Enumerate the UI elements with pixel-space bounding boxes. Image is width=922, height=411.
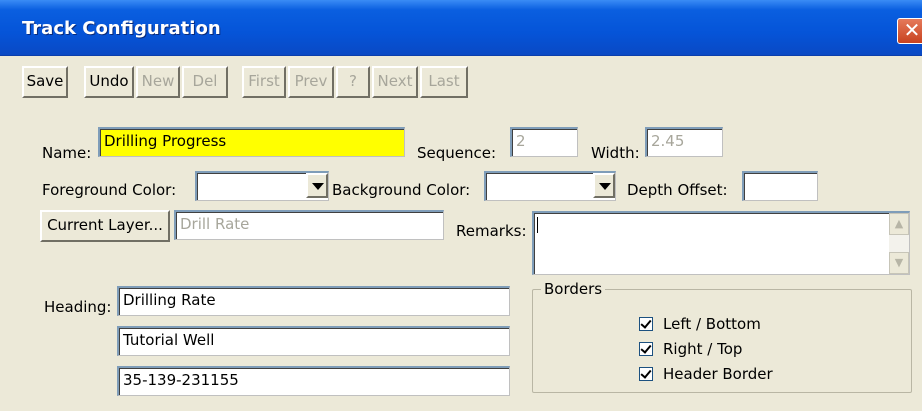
depth-offset-field[interactable] bbox=[742, 171, 818, 201]
right-top-label: Right / Top bbox=[663, 340, 743, 358]
heading-line-1-field[interactable]: Drilling Rate bbox=[117, 286, 510, 316]
width-label: Width: bbox=[591, 144, 640, 162]
undo-button[interactable]: Undo bbox=[84, 66, 134, 98]
delete-button[interactable]: Del bbox=[182, 66, 228, 98]
current-layer-button[interactable]: Current Layer... bbox=[40, 210, 170, 242]
check-icon[interactable] bbox=[639, 367, 653, 381]
save-button[interactable]: Save bbox=[22, 66, 68, 98]
foreground-color-label: Foreground Color: bbox=[42, 181, 177, 199]
check-icon[interactable] bbox=[639, 317, 653, 331]
name-label: Name: bbox=[42, 144, 92, 162]
sequence-field[interactable]: 2 bbox=[510, 127, 578, 157]
title-bar[interactable]: Track Configuration bbox=[0, 0, 922, 56]
borders-legend: Borders bbox=[541, 280, 606, 298]
first-button[interactable]: First bbox=[242, 66, 286, 98]
chevron-down-icon[interactable] bbox=[306, 173, 328, 198]
foreground-color-select[interactable] bbox=[195, 171, 329, 201]
arrow-up-icon[interactable]: ▲ bbox=[889, 213, 909, 235]
chevron-down-icon[interactable] bbox=[593, 173, 615, 198]
borders-group: Borders Left / Bottom Right / Top Header… bbox=[532, 280, 912, 393]
last-button[interactable]: Last bbox=[420, 66, 468, 98]
left-bottom-label: Left / Bottom bbox=[663, 315, 761, 333]
sequence-label: Sequence: bbox=[417, 144, 497, 162]
width-field[interactable]: 2.45 bbox=[645, 127, 723, 157]
prev-button[interactable]: Prev bbox=[288, 66, 334, 98]
new-button[interactable]: New bbox=[136, 66, 180, 98]
help-button[interactable]: ? bbox=[336, 66, 370, 98]
remarks-textarea[interactable]: ▲ ▼ bbox=[532, 211, 910, 275]
heading-line-3-field[interactable]: 35-139-231155 bbox=[117, 366, 510, 396]
background-color-label: Background Color: bbox=[332, 181, 471, 199]
heading-label: Heading: bbox=[44, 298, 112, 316]
depth-offset-label: Depth Offset: bbox=[627, 181, 728, 199]
check-icon[interactable] bbox=[639, 342, 653, 356]
close-button[interactable]: ✕ bbox=[897, 18, 922, 44]
remarks-label: Remarks: bbox=[456, 222, 527, 240]
close-icon: ✕ bbox=[903, 18, 921, 42]
name-field[interactable]: Drilling Progress bbox=[98, 127, 405, 157]
window-title: Track Configuration bbox=[22, 18, 221, 39]
arrow-down-icon[interactable]: ▼ bbox=[889, 252, 909, 274]
remarks-scrollbar[interactable]: ▲ ▼ bbox=[889, 213, 909, 274]
background-color-select[interactable] bbox=[484, 171, 616, 201]
next-button[interactable]: Next bbox=[372, 66, 418, 98]
text-caret bbox=[537, 217, 538, 233]
header-border-label: Header Border bbox=[663, 365, 773, 383]
heading-line-2-field[interactable]: Tutorial Well bbox=[117, 326, 510, 356]
current-layer-field[interactable]: Drill Rate bbox=[174, 210, 444, 240]
